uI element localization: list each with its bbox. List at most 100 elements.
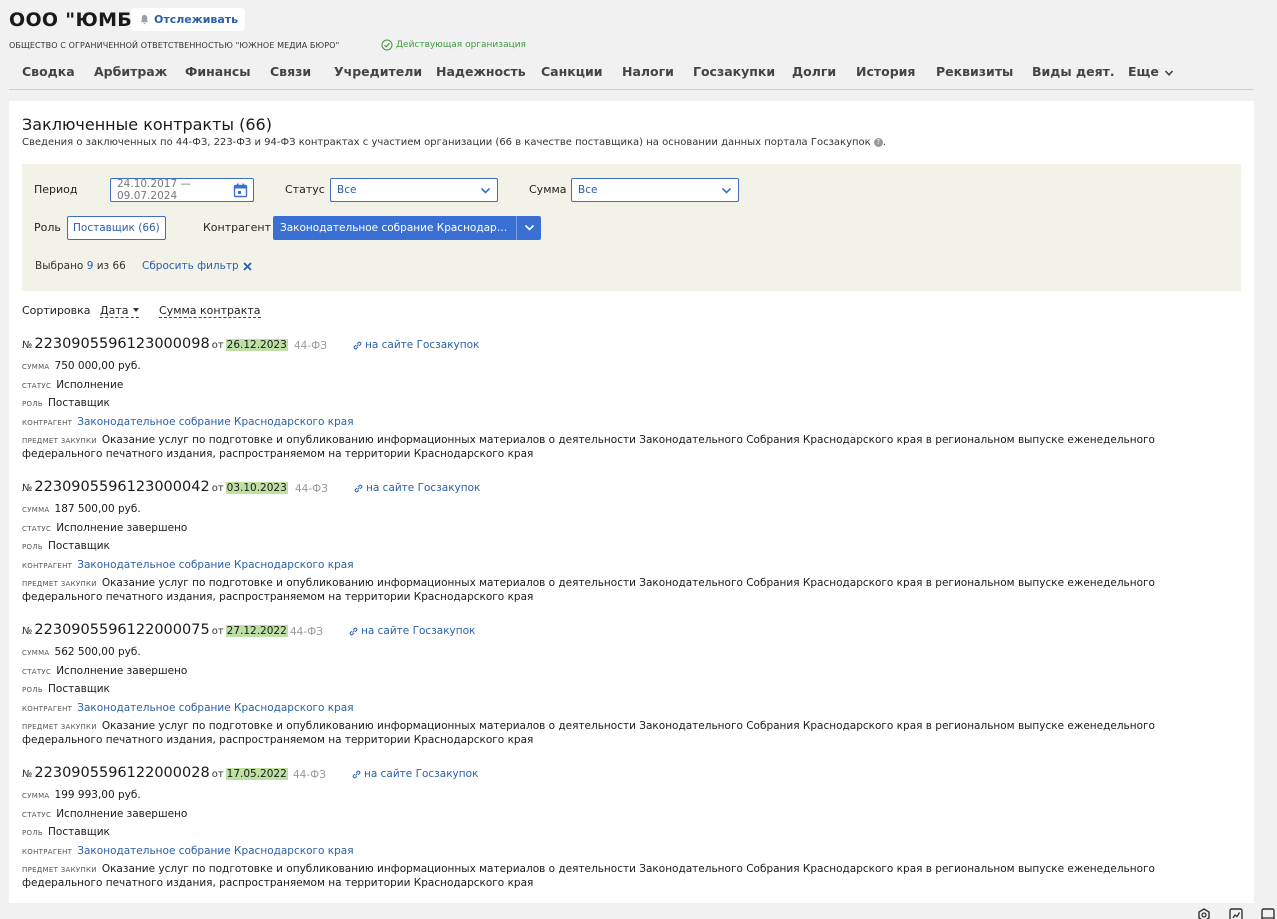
nav-item-founders[interactable]: Учредители xyxy=(334,64,422,79)
contract-counterparty-link[interactable]: Законодательное собрание Краснодарского … xyxy=(77,559,353,571)
selected-number: 9 xyxy=(86,260,94,272)
contract-header: № 2230905596122000028 от 17.05.2022 xyxy=(22,765,288,785)
status-badge: Действующая организация xyxy=(381,39,526,51)
procurement-site-link[interactable]: на сайте Госзакупок xyxy=(354,482,480,494)
select-divider xyxy=(516,216,517,240)
date-prefix: от xyxy=(211,769,224,780)
contract-counterparty-row: контрагент Законодательное собрание Красн… xyxy=(22,559,354,571)
nav-item-arbitration[interactable]: Арбитраж xyxy=(94,64,167,79)
contract-subject: предмет закупки Оказание услуг по подгото… xyxy=(22,434,1212,461)
contract-counterparty-link[interactable]: Законодательное собрание Краснодарского … xyxy=(77,416,353,428)
contract-sum: 199 993,00 руб. xyxy=(54,789,141,801)
link-icon xyxy=(349,627,358,635)
reset-filter-label: Сбросить фильтр xyxy=(142,260,239,272)
nav-item-procurement[interactable]: Госзакупки xyxy=(693,64,775,79)
contract-status: Исполнение xyxy=(56,379,124,391)
period-input[interactable]: 24.10.2017 — 09.07.2024 xyxy=(110,178,254,202)
section-description-text: Сведения о заключенных по 44-ФЗ, 223-ФЗ … xyxy=(22,137,871,148)
contract-counterparty-link[interactable]: Законодательное собрание Краснодарского … xyxy=(77,702,353,714)
nav-item-connections[interactable]: Связи xyxy=(270,64,311,79)
follow-button[interactable]: Отслеживать xyxy=(131,8,246,31)
selected-prefix: Выбрано xyxy=(35,260,84,272)
contract-role-row: роль Поставщик xyxy=(22,540,110,552)
status-filter-label: Статус xyxy=(285,183,325,196)
info-icon[interactable]: ? xyxy=(873,138,883,147)
nav-item-finance[interactable]: Финансы xyxy=(185,64,251,79)
close-icon xyxy=(242,261,252,271)
procurement-site-link[interactable]: на сайте Госзакупок xyxy=(349,625,475,637)
contract-subject-text: Оказание услуг по подготовке и опубликов… xyxy=(22,577,1155,603)
nav-item-activities[interactable]: Виды деят. xyxy=(1032,64,1115,79)
sort-by-date[interactable]: Дата xyxy=(100,304,140,318)
nav-item-requisites[interactable]: Реквизиты xyxy=(936,64,1013,79)
procurement-site-link[interactable]: на сайте Госзакупок xyxy=(352,768,478,780)
sort-by-date-label: Дата xyxy=(100,304,129,317)
settings-icon[interactable] xyxy=(1197,908,1211,919)
status-label: статус xyxy=(22,668,52,676)
counterparty-select-value: Законодательное собрание Краснодарского … xyxy=(280,222,512,234)
window-icon[interactable] xyxy=(1261,908,1275,919)
contract-status-row: статус Исполнение завершено xyxy=(22,522,187,534)
subject-label: предмет закупки xyxy=(22,866,97,874)
contract-status-row: статус Исполнение завершено xyxy=(22,808,187,820)
nav-item-debts[interactable]: Долги xyxy=(792,64,836,79)
contract-number[interactable]: 2230905596123000098 xyxy=(34,336,209,352)
bottom-bar xyxy=(0,903,1277,919)
counterparty-select[interactable]: Законодательное собрание Краснодарского … xyxy=(273,216,541,240)
nav-item-history[interactable]: История xyxy=(856,64,915,79)
nav-item-taxes[interactable]: Налоги xyxy=(622,64,674,79)
status-select-value: Все xyxy=(337,184,357,196)
company-header: ООО "ЮМБ" Отслеживать ОБЩЕСТВО С ОГРАНИЧ… xyxy=(0,0,1277,92)
follow-label: Отслеживать xyxy=(154,13,239,26)
role-button-supplier[interactable]: Поставщик (66) xyxy=(67,216,166,240)
number-sign: № xyxy=(22,483,33,494)
contract-number[interactable]: 2230905596122000075 xyxy=(34,622,209,638)
contract-subject-text: Оказание услуг по подготовке и опубликов… xyxy=(22,720,1155,746)
sum-select[interactable]: Все xyxy=(571,178,739,202)
selected-of: из 66 xyxy=(96,260,126,272)
subject-label: предмет закупки xyxy=(22,723,97,731)
nav-more-label: Еще xyxy=(1128,64,1159,79)
procurement-site-link-label: на сайте Госзакупок xyxy=(361,625,476,637)
contract-subject-text: Оказание услуг по подготовке и опубликов… xyxy=(22,863,1155,889)
sort-label: Сортировка xyxy=(22,304,91,317)
date-prefix: от xyxy=(211,626,224,637)
contract-date: 26.12.2023 xyxy=(225,339,288,351)
nav-item-reliability[interactable]: Надежность xyxy=(436,64,526,79)
contracts-panel: Заключенные контракты (66) Сведения о за… xyxy=(9,101,1254,911)
contract-role-row: роль Поставщик xyxy=(22,826,110,838)
contract-number[interactable]: 2230905596122000028 xyxy=(34,765,209,781)
status-label: статус xyxy=(22,382,52,390)
nav-item-sanctions[interactable]: Санкции xyxy=(541,64,603,79)
sum-label: сумма xyxy=(22,363,50,371)
contract-counterparty-link[interactable]: Законодательное собрание Краснодарского … xyxy=(77,845,353,857)
counterparty-label: контрагент xyxy=(22,848,73,856)
chart-icon[interactable] xyxy=(1229,908,1243,919)
status-select[interactable]: Все xyxy=(330,178,498,202)
sort-by-sum[interactable]: Сумма контракта xyxy=(159,304,261,318)
nav-item-summary[interactable]: Сводка xyxy=(22,64,75,79)
contract-sum-row: сумма 199 993,00 руб. xyxy=(22,789,141,801)
contract-number[interactable]: 2230905596123000042 xyxy=(34,479,209,495)
reset-filter-button[interactable]: Сбросить фильтр xyxy=(142,260,252,272)
role-label: Роль xyxy=(34,221,61,234)
filter-box: Период 24.10.2017 — 09.07.2024 Статус Вс… xyxy=(22,164,1241,291)
sum-label: сумма xyxy=(22,649,50,657)
contract-counterparty-row: контрагент Законодательное собрание Красн… xyxy=(22,416,354,428)
contract-sum: 562 500,00 руб. xyxy=(54,646,141,658)
contract-law: 44-ФЗ xyxy=(294,340,327,352)
sum-filter-label: Сумма xyxy=(529,183,567,196)
selected-count: Выбрано 9 из 66 xyxy=(35,260,126,272)
contract-status-row: статус Исполнение xyxy=(22,379,123,391)
calendar-icon[interactable] xyxy=(233,183,248,198)
date-prefix: от xyxy=(211,483,224,494)
contract-status: Исполнение завершено xyxy=(56,665,188,677)
chevron-down-icon xyxy=(1164,69,1173,76)
nav-item-more[interactable]: Еще xyxy=(1128,64,1174,79)
sum-label: сумма xyxy=(22,792,50,800)
procurement-site-link[interactable]: на сайте Госзакупок xyxy=(353,339,479,351)
role-label: роль xyxy=(22,400,43,408)
period-label: Период xyxy=(34,183,78,196)
link-icon xyxy=(354,484,363,492)
contract-sum-row: сумма 187 500,00 руб. xyxy=(22,503,141,515)
